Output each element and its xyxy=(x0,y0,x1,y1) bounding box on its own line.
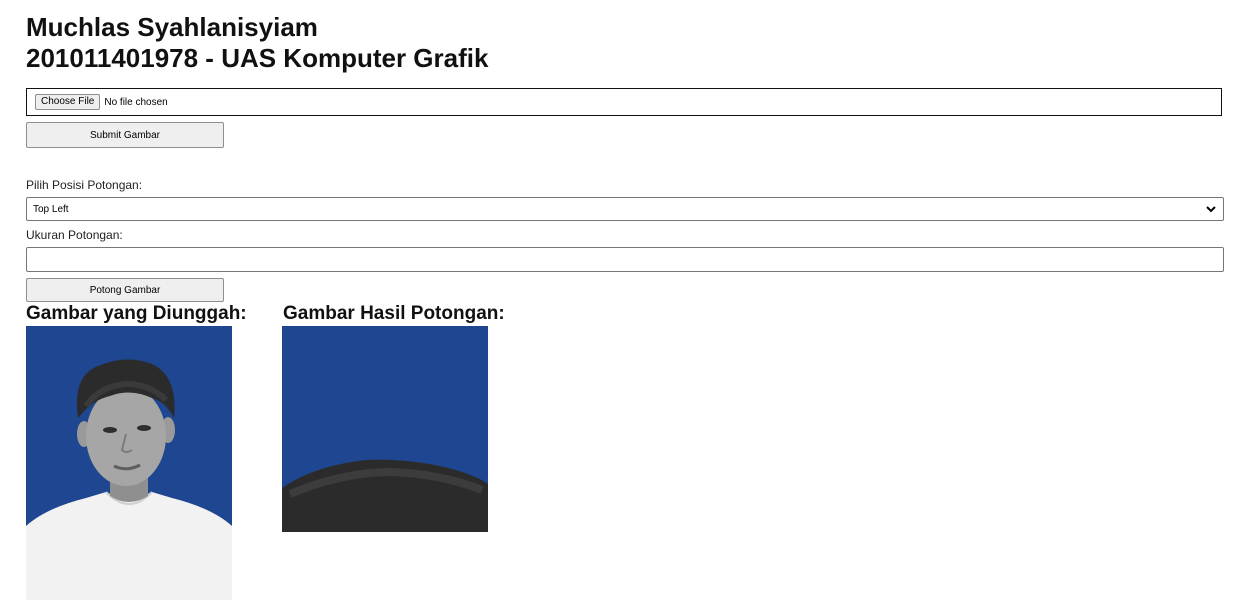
cropped-image xyxy=(282,326,488,532)
crop-size-input[interactable] xyxy=(26,247,1224,272)
crop-position-select[interactable]: Top Left xyxy=(26,197,1224,221)
crop-position-value: Top Left xyxy=(33,203,69,215)
uploaded-image xyxy=(26,326,232,600)
crop-image-button[interactable]: Potong Gambar xyxy=(26,278,224,302)
cropped-image-heading: Gambar Hasil Potongan: xyxy=(283,303,505,324)
choose-file-button[interactable]: Choose File xyxy=(35,94,101,110)
crop-size-label: Ukuran Potongan: xyxy=(26,228,123,242)
submit-image-button[interactable]: Submit Gambar xyxy=(26,122,224,148)
page-title: Muchlas Syahlanisyiam 201011401978 - UAS… xyxy=(26,12,488,74)
page-subtitle: 201011401978 - UAS Komputer Grafik xyxy=(26,43,489,73)
chevron-down-icon xyxy=(1206,206,1216,213)
file-input[interactable]: Choose File No file chosen xyxy=(26,88,1222,116)
uploaded-image-heading: Gambar yang Diunggah: xyxy=(26,303,247,324)
file-status-text: No file chosen xyxy=(104,96,168,108)
author-name: Muchlas Syahlanisyiam xyxy=(26,12,318,42)
crop-position-label: Pilih Posisi Potongan: xyxy=(26,178,143,192)
